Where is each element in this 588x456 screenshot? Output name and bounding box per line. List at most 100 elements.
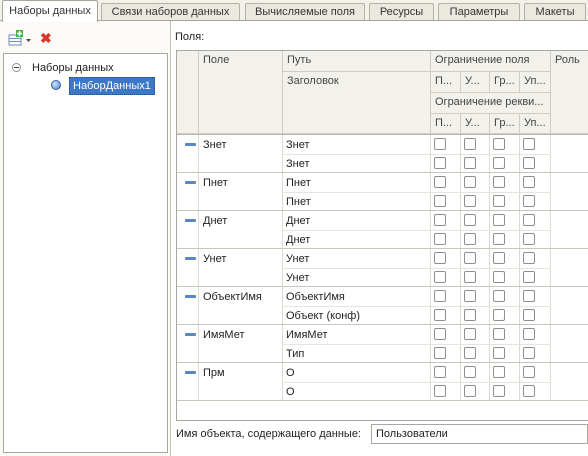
field-restriction-checkbox[interactable] [523, 366, 535, 378]
field-restriction-checkbox[interactable] [493, 138, 505, 150]
field-restriction-checkbox[interactable] [464, 138, 476, 150]
field-title[interactable]: Тип [286, 347, 304, 361]
header-r2-c3[interactable]: Гр... [490, 114, 520, 134]
header-r2-c4[interactable]: Уп... [520, 114, 551, 134]
header-role[interactable]: Роль [551, 51, 588, 134]
requisite-restriction-checkbox[interactable] [464, 309, 476, 321]
field-restriction-checkbox[interactable] [523, 328, 535, 340]
tab-parameters[interactable]: Параметры [438, 3, 520, 21]
requisite-restriction-checkbox[interactable] [493, 195, 505, 207]
field-restriction-checkbox[interactable] [464, 176, 476, 188]
field-restriction-checkbox[interactable] [493, 366, 505, 378]
requisite-restriction-checkbox[interactable] [493, 271, 505, 283]
field-name[interactable]: ИмяМет [203, 328, 245, 342]
tab-dataset-links[interactable]: Связи наборов данных [101, 3, 240, 21]
field-title[interactable]: О [286, 385, 295, 399]
field-restriction-checkbox[interactable] [464, 252, 476, 264]
header-field[interactable]: Поле [199, 51, 283, 134]
requisite-restriction-checkbox[interactable] [434, 309, 446, 321]
field-restriction-checkbox[interactable] [434, 252, 446, 264]
header-field-restriction[interactable]: Ограничение поля [431, 51, 551, 72]
requisite-restriction-checkbox[interactable] [523, 157, 535, 169]
field-restriction-checkbox[interactable] [434, 328, 446, 340]
field-restriction-checkbox[interactable] [434, 176, 446, 188]
requisite-restriction-checkbox[interactable] [464, 347, 476, 359]
field-title[interactable]: Унет [286, 271, 309, 285]
field-path[interactable]: Унет [286, 252, 309, 266]
add-dataset-button[interactable] [7, 30, 34, 48]
tab-resources[interactable]: Ресурсы [369, 3, 434, 21]
field-title[interactable]: Днет [286, 233, 310, 247]
requisite-restriction-checkbox[interactable] [523, 271, 535, 283]
requisite-restriction-checkbox[interactable] [434, 195, 446, 207]
field-path[interactable]: Знет [286, 138, 310, 152]
header-requisite-restriction[interactable]: Ограничение рекви... [431, 93, 551, 114]
field-restriction-checkbox[interactable] [523, 176, 535, 188]
requisite-restriction-checkbox[interactable] [434, 385, 446, 397]
field-title[interactable]: Знет [286, 157, 310, 171]
field-title[interactable]: Пнет [286, 195, 311, 209]
tab-layouts[interactable]: Макеты [524, 3, 586, 21]
delete-button[interactable]: ✖ [40, 31, 52, 45]
field-name[interactable]: Прм [203, 366, 225, 380]
header-title[interactable]: Заголовок [283, 72, 431, 134]
requisite-restriction-checkbox[interactable] [464, 271, 476, 283]
header-r2-c2[interactable]: У... [461, 114, 490, 134]
field-restriction-checkbox[interactable] [493, 176, 505, 188]
requisite-restriction-checkbox[interactable] [464, 385, 476, 397]
field-restriction-checkbox[interactable] [493, 290, 505, 302]
field-restriction-checkbox[interactable] [493, 328, 505, 340]
header-r1-c4[interactable]: Уп... [520, 72, 551, 93]
requisite-restriction-checkbox[interactable] [523, 347, 535, 359]
field-restriction-checkbox[interactable] [493, 252, 505, 264]
object-name-field[interactable]: Пользователи [371, 424, 588, 444]
requisite-restriction-checkbox[interactable] [434, 271, 446, 283]
field-restriction-checkbox[interactable] [523, 138, 535, 150]
requisite-restriction-checkbox[interactable] [523, 195, 535, 207]
header-path[interactable]: Путь [283, 51, 431, 72]
requisite-restriction-checkbox[interactable] [493, 157, 505, 169]
header-r1-c2[interactable]: У... [461, 72, 490, 93]
field-title[interactable]: Объект (конф) [286, 309, 360, 323]
header-r1-c1[interactable]: П... [431, 72, 461, 93]
field-path[interactable]: ОбъектИмя [286, 290, 345, 304]
field-path[interactable]: Пнет [286, 176, 311, 190]
field-name[interactable]: ОбъектИмя [203, 290, 262, 304]
requisite-restriction-checkbox[interactable] [493, 385, 505, 397]
field-restriction-checkbox[interactable] [434, 214, 446, 226]
field-restriction-checkbox[interactable] [493, 214, 505, 226]
field-path[interactable]: О [286, 366, 295, 380]
requisite-restriction-checkbox[interactable] [523, 233, 535, 245]
requisite-restriction-checkbox[interactable] [493, 309, 505, 321]
requisite-restriction-checkbox[interactable] [523, 385, 535, 397]
field-name[interactable]: Унет [203, 252, 226, 266]
field-restriction-checkbox[interactable] [523, 214, 535, 226]
requisite-restriction-checkbox[interactable] [464, 233, 476, 245]
requisite-restriction-checkbox[interactable] [493, 347, 505, 359]
field-restriction-checkbox[interactable] [434, 290, 446, 302]
field-restriction-checkbox[interactable] [523, 252, 535, 264]
tab-calculated-fields[interactable]: Вычисляемые поля [245, 3, 365, 21]
collapse-icon[interactable] [12, 63, 21, 72]
field-restriction-checkbox[interactable] [434, 366, 446, 378]
field-name[interactable]: Пнет [203, 176, 228, 190]
requisite-restriction-checkbox[interactable] [434, 233, 446, 245]
field-path[interactable]: Днет [286, 214, 310, 228]
field-name[interactable]: Знет [203, 138, 227, 152]
field-restriction-checkbox[interactable] [464, 214, 476, 226]
requisite-restriction-checkbox[interactable] [464, 195, 476, 207]
requisite-restriction-checkbox[interactable] [434, 157, 446, 169]
requisite-restriction-checkbox[interactable] [434, 347, 446, 359]
tab-datasets[interactable]: Наборы данных [2, 0, 98, 22]
field-restriction-checkbox[interactable] [434, 138, 446, 150]
requisite-restriction-checkbox[interactable] [523, 309, 535, 321]
field-restriction-checkbox[interactable] [464, 290, 476, 302]
field-name[interactable]: Днет [203, 214, 227, 228]
requisite-restriction-checkbox[interactable] [464, 157, 476, 169]
field-path[interactable]: ИмяМет [286, 328, 328, 342]
field-restriction-checkbox[interactable] [523, 290, 535, 302]
requisite-restriction-checkbox[interactable] [493, 233, 505, 245]
header-r2-c1[interactable]: П... [431, 114, 461, 134]
header-r1-c3[interactable]: Гр... [490, 72, 520, 93]
field-restriction-checkbox[interactable] [464, 328, 476, 340]
